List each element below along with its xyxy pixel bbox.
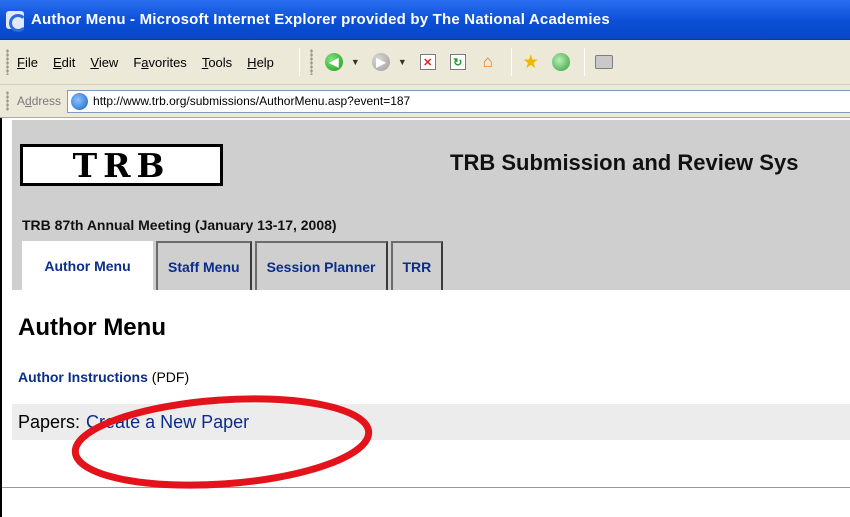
author-instructions-link[interactable]: Author Instructions (18, 369, 148, 385)
toolbar-separator (298, 48, 300, 76)
papers-label: Papers: (18, 411, 81, 432)
trb-logo[interactable]: TRB (20, 144, 223, 186)
papers-row: Papers: Create a New Paper (12, 404, 850, 440)
toolbar-grip[interactable] (6, 49, 9, 75)
page-heading: Author Menu (18, 314, 166, 341)
create-new-paper-link[interactable]: Create a New Paper (86, 412, 249, 433)
tab-session-planner[interactable]: Session Planner (254, 241, 388, 290)
system-title: TRB Submission and Review Sys (450, 150, 799, 175)
pdf-label: (PDF) (147, 369, 190, 385)
print-button[interactable] (591, 49, 617, 75)
toolbar-grip-2[interactable] (309, 49, 313, 75)
tab-trr[interactable]: TRR (390, 241, 444, 290)
back-arrow-icon: ◀ (324, 53, 343, 71)
back-dropdown-icon[interactable]: ▼ (351, 57, 360, 67)
menu-tools[interactable]: Tools (202, 55, 232, 70)
nav-tabs: Author Menu Staff Menu Session Planner T… (22, 241, 444, 290)
back-button[interactable]: ◀ (321, 49, 347, 75)
menu-edit[interactable]: Edit (53, 55, 75, 70)
address-grip[interactable] (6, 91, 9, 111)
print-icon (594, 55, 613, 69)
menu-file[interactable]: File (17, 55, 38, 70)
menu-toolbar-bar: File Edit View Favorites Tools Help ◀ ▼ … (0, 40, 850, 85)
tab-author-menu[interactable]: Author Menu (22, 241, 153, 290)
address-url[interactable]: http://www.trb.org/submissions/AuthorMen… (93, 94, 410, 108)
author-instructions-line: Author Instructions (PDF) (18, 369, 189, 385)
history-button[interactable] (548, 49, 574, 75)
address-label: Address (17, 94, 62, 108)
menu-help[interactable]: Help (247, 55, 274, 70)
address-bar: Address http://www.trb.org/submissions/A… (0, 85, 850, 118)
tab-staff-menu[interactable]: Staff Menu (156, 241, 252, 290)
page-viewport: TRB TRB Submission and Review Sys TRB 87… (0, 118, 850, 517)
home-icon: ⌂ (482, 52, 493, 71)
menu-view[interactable]: View (90, 55, 118, 70)
ie-logo-icon (6, 10, 27, 32)
forward-button[interactable]: ▶ (368, 49, 394, 75)
refresh-icon: ↻ (449, 54, 466, 70)
history-icon (551, 53, 570, 71)
site-header: TRB TRB Submission and Review Sys TRB 87… (12, 120, 850, 290)
star-icon: ★ (522, 51, 540, 73)
bottom-divider (2, 487, 850, 488)
page-globe-icon (71, 92, 89, 110)
window-title: Author Menu - Microsoft Internet Explore… (31, 11, 610, 28)
menu-favorites[interactable]: Favorites (133, 55, 186, 70)
logo-text: TRB (72, 145, 171, 185)
toolbar-separator-2 (510, 48, 512, 76)
forward-arrow-icon: ▶ (371, 53, 390, 71)
toolbar-separator-3 (583, 48, 585, 76)
home-button[interactable]: ⌂ (475, 49, 501, 75)
address-input[interactable]: http://www.trb.org/submissions/AuthorMen… (67, 89, 850, 113)
stop-button[interactable]: ✕ (415, 49, 441, 75)
favorites-button[interactable]: ★ (518, 49, 544, 75)
window-title-bar: Author Menu - Microsoft Internet Explore… (0, 0, 850, 40)
refresh-button[interactable]: ↻ (445, 49, 471, 75)
meeting-title: TRB 87th Annual Meeting (January 13-17, … (22, 217, 337, 233)
stop-icon: ✕ (419, 54, 436, 70)
forward-dropdown-icon[interactable]: ▼ (398, 57, 407, 67)
